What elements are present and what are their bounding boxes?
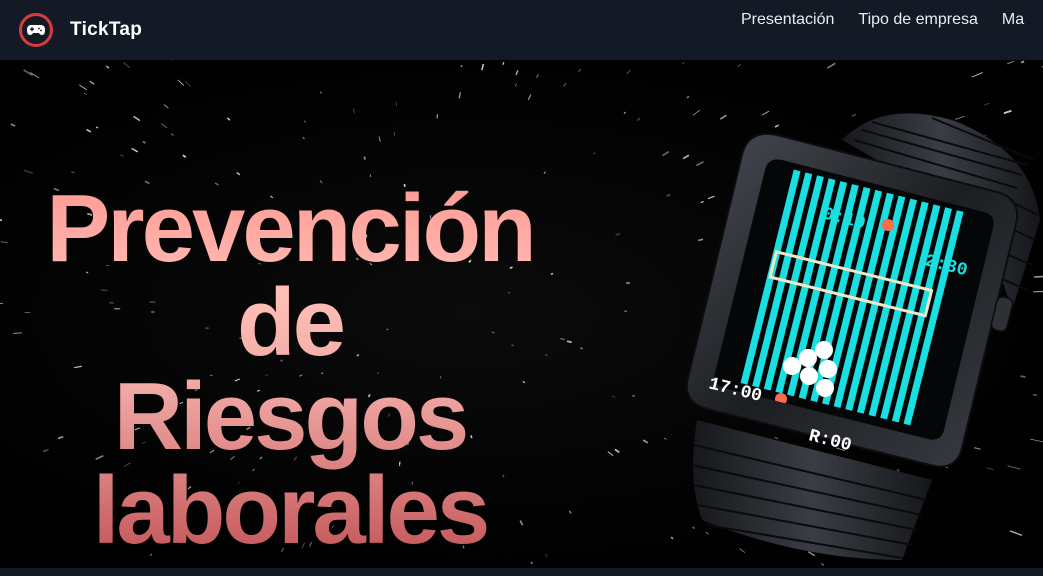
brand-name: TickTap bbox=[70, 19, 143, 40]
star-streak bbox=[662, 150, 670, 157]
star-streak bbox=[163, 104, 169, 109]
star-streak bbox=[632, 394, 636, 398]
star-streak bbox=[23, 169, 33, 174]
nav-item-tipo-de-empresa[interactable]: Tipo de empresa bbox=[858, 11, 977, 29]
star-streak bbox=[481, 63, 485, 71]
star-streak bbox=[971, 72, 983, 78]
star-streak bbox=[611, 395, 616, 398]
star-streak bbox=[161, 123, 168, 129]
star-streak bbox=[615, 233, 621, 236]
star-streak bbox=[119, 154, 124, 157]
star-streak bbox=[626, 69, 631, 75]
star-streak bbox=[131, 147, 139, 153]
hero-headline: Prevención de Riesgos laborales bbox=[0, 182, 580, 558]
star-streak bbox=[170, 133, 174, 136]
star-streak bbox=[177, 79, 185, 86]
star-streak bbox=[535, 73, 539, 79]
star-streak bbox=[133, 115, 141, 122]
star-streak bbox=[527, 94, 532, 101]
star-streak bbox=[458, 92, 461, 99]
star-streak bbox=[563, 82, 567, 88]
star-streak bbox=[1020, 60, 1025, 64]
star-streak bbox=[71, 171, 75, 173]
star-streak bbox=[352, 108, 355, 114]
star-streak bbox=[89, 80, 95, 85]
main-nav: Presentación Tipo de empresa Ma bbox=[741, 0, 1043, 40]
top-navbar: TickTap Presentación Tipo de empresa Ma bbox=[0, 0, 1043, 60]
star-streak bbox=[302, 136, 306, 140]
star-streak bbox=[623, 111, 626, 114]
star-streak bbox=[666, 193, 671, 197]
star-streak bbox=[79, 84, 87, 91]
star-streak bbox=[86, 128, 92, 133]
star-streak bbox=[182, 154, 187, 158]
star-streak bbox=[378, 136, 381, 142]
star-streak bbox=[10, 123, 16, 127]
bottom-edge-bar bbox=[0, 568, 1043, 576]
star-streak bbox=[83, 92, 87, 96]
star-streak bbox=[607, 451, 614, 456]
star-streak bbox=[580, 347, 583, 350]
star-streak bbox=[530, 561, 533, 565]
nav-item-partial[interactable]: Ma bbox=[1002, 11, 1024, 29]
star-streak bbox=[303, 120, 307, 124]
star-streak bbox=[502, 61, 505, 65]
star-streak bbox=[319, 91, 322, 94]
star-streak bbox=[820, 563, 825, 566]
star-streak bbox=[737, 64, 742, 68]
gamepad-icon bbox=[19, 13, 53, 47]
hero-section: Prevención de Riesgos laborales 0:10 2:3… bbox=[0, 60, 1043, 568]
star-streak bbox=[642, 439, 649, 444]
smartwatch-game-image: 0:10 2:30 17:00 R:00 bbox=[685, 113, 1040, 560]
star-streak bbox=[686, 95, 690, 99]
star-streak bbox=[663, 437, 667, 440]
star-streak bbox=[514, 83, 517, 87]
star-streak bbox=[682, 62, 685, 65]
star-streak bbox=[105, 65, 110, 69]
brand-link[interactable]: TickTap bbox=[19, 0, 142, 60]
star-streak bbox=[95, 126, 99, 129]
star-streak bbox=[123, 62, 131, 69]
star-streak bbox=[543, 171, 546, 174]
star-streak bbox=[593, 152, 596, 155]
star-streak bbox=[1007, 60, 1015, 65]
headline-line-2: Riesgos bbox=[113, 363, 467, 470]
headline-line-1: Prevención de bbox=[46, 175, 534, 376]
star-streak bbox=[637, 117, 641, 121]
star-streak bbox=[515, 70, 519, 76]
page: TickTap Presentación Tipo de empresa Ma … bbox=[0, 0, 1043, 576]
star-streak bbox=[614, 448, 620, 454]
nav-item-presentacion[interactable]: Presentación bbox=[741, 11, 834, 29]
star-streak bbox=[363, 156, 367, 160]
star-streak bbox=[578, 68, 581, 73]
star-streak bbox=[184, 80, 191, 87]
headline-line-3: laborales bbox=[92, 457, 488, 564]
star-streak bbox=[142, 140, 146, 144]
star-streak bbox=[826, 62, 836, 69]
star-streak bbox=[226, 117, 231, 121]
